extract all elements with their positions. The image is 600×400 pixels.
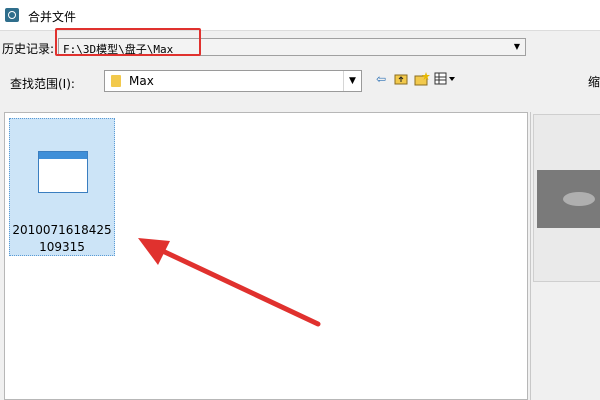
annotation-arrow: [138, 238, 321, 327]
